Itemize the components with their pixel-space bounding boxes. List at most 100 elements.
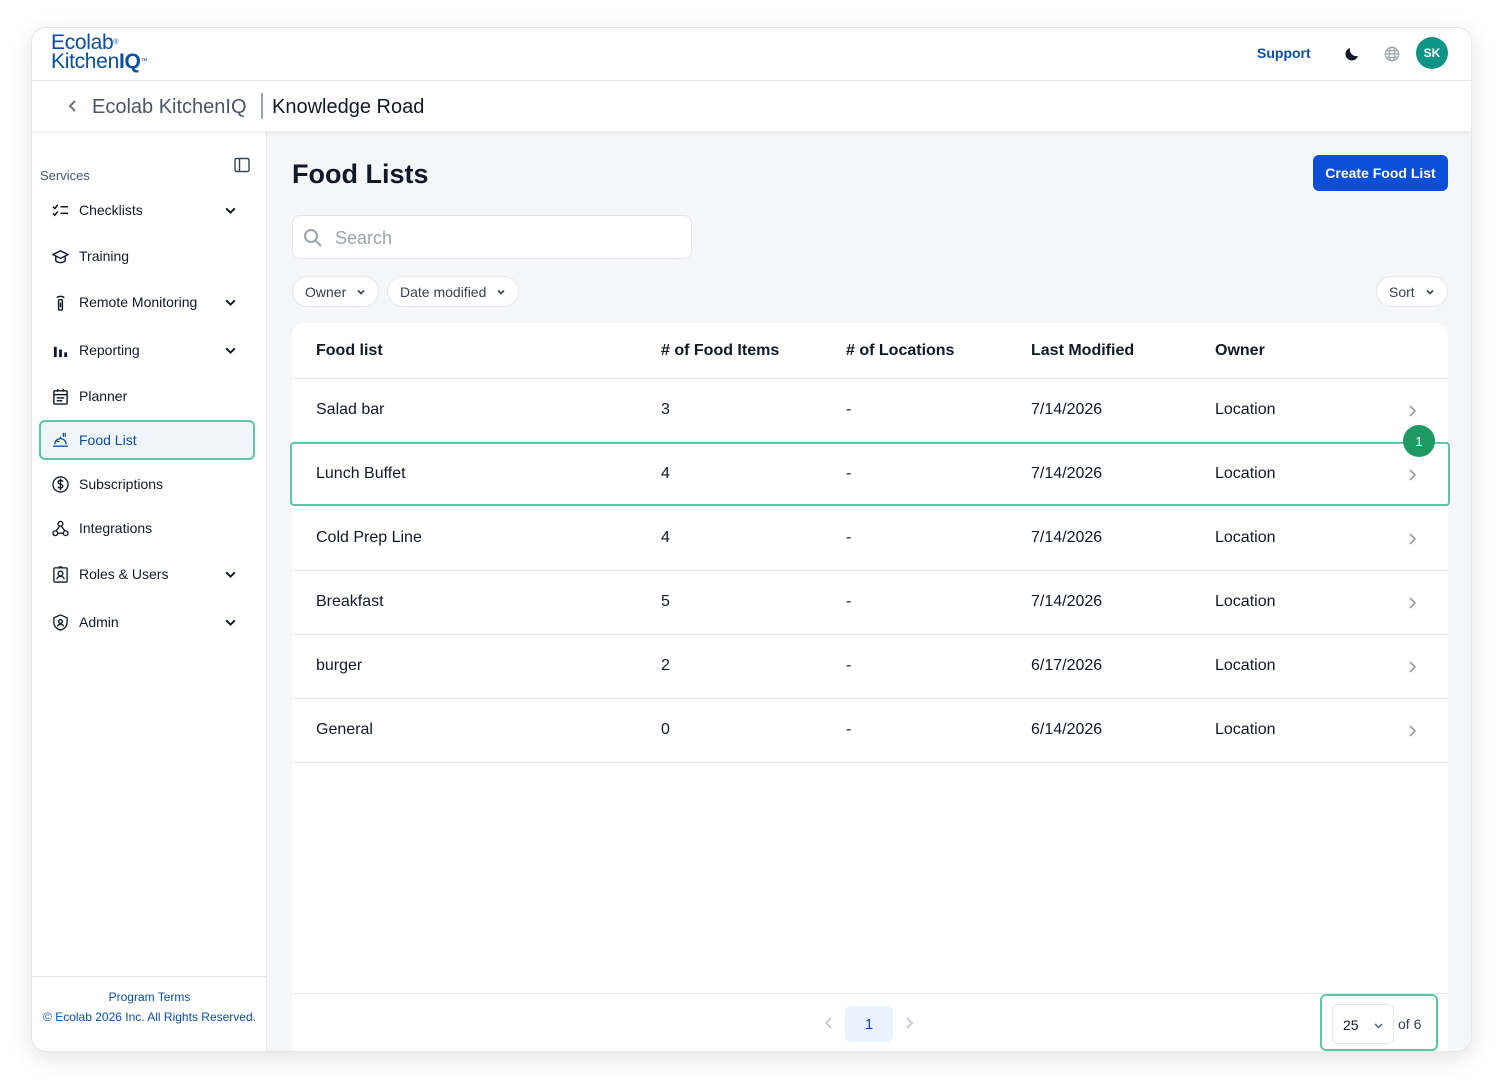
sidebar-item-label: Subscriptions: [79, 476, 164, 492]
sidebar-item-label: Planner: [79, 388, 128, 404]
sidebar-item-planner[interactable]: Planner: [39, 376, 255, 416]
shield-icon: [53, 614, 68, 631]
cell-owner: Location: [1215, 593, 1276, 610]
date-modified-filter[interactable]: Date modified: [387, 276, 520, 307]
chevron-right-icon[interactable]: [1405, 660, 1419, 674]
food-tray-icon: [52, 432, 69, 447]
cell-owner: Location: [1215, 529, 1276, 546]
chevron-down-icon: [1426, 289, 1434, 295]
table-row[interactable]: General 0 - 6/14/2026 Location: [292, 699, 1448, 763]
site-name: Knowledge Road: [272, 96, 425, 118]
chevron-right-icon[interactable]: [1405, 468, 1419, 482]
column-header-owner[interactable]: Owner: [1215, 342, 1265, 360]
sidebar-item-food-list[interactable]: Food List: [39, 420, 255, 460]
cell-name: Salad bar: [316, 401, 385, 418]
food-lists-table: Food list # of Food Items # of Locations…: [290, 323, 1450, 1051]
sidebar-item-remote-monitoring[interactable]: Remote Monitoring: [39, 282, 255, 322]
owner-filter[interactable]: Owner: [292, 276, 380, 307]
sidebar-item-label: Integrations: [79, 520, 153, 536]
chevron-right-icon[interactable]: [1405, 724, 1419, 738]
org-name[interactable]: Ecolab KitchenIQ: [92, 96, 247, 119]
search-icon: [304, 229, 322, 247]
cell-locations: -: [846, 465, 852, 482]
program-terms-link[interactable]: Program Terms: [32, 990, 267, 1004]
column-header-locations[interactable]: # of Locations: [846, 342, 954, 360]
breadcrumb-divider: [261, 93, 263, 119]
sidebar-item-roles-users[interactable]: Roles & Users: [39, 554, 255, 594]
table-row[interactable]: Breakfast 5 - 7/14/2026 Location: [292, 571, 1448, 635]
sidebar-item-label: Food List: [79, 432, 137, 448]
cell-locations: -: [846, 657, 852, 674]
cell-modified: 7/14/2026: [1031, 529, 1103, 546]
chevron-down-icon: [225, 207, 236, 215]
per-page-select[interactable]: 25: [1332, 1004, 1394, 1044]
moon-icon[interactable]: [1343, 45, 1361, 63]
chevron-down-icon: [225, 571, 236, 579]
create-food-list-button[interactable]: Create Food List: [1313, 155, 1448, 191]
cell-items: 3: [661, 401, 670, 418]
sidebar-item-checklists[interactable]: Checklists: [39, 190, 255, 230]
globe-icon[interactable]: [1383, 45, 1401, 63]
chevron-right-icon[interactable]: [1405, 404, 1419, 418]
avatar[interactable]: SK: [1416, 37, 1448, 69]
cell-modified: 7/14/2026: [1031, 593, 1103, 610]
checklist-icon: [52, 204, 69, 217]
sidebar-item-label: Training: [79, 248, 130, 264]
page-number-button[interactable]: 1: [845, 1006, 893, 1042]
cell-items: 0: [661, 721, 670, 738]
brand-logo[interactable]: Ecolab® KitchenIQ™: [51, 32, 148, 72]
sidebar-item-label: Checklists: [79, 202, 143, 218]
table-row[interactable]: Cold Prep Line 4 - 7/14/2026 Location: [292, 507, 1448, 571]
sidebar-item-reporting[interactable]: Reporting: [39, 330, 255, 370]
cell-modified: 7/14/2026: [1031, 465, 1103, 482]
sidebar: Services Checklists Training Remote Moni…: [32, 131, 267, 1051]
column-header-last-modified[interactable]: Last Modified: [1031, 342, 1134, 360]
dollar-circle-icon: [52, 476, 69, 493]
cell-locations: -: [846, 593, 852, 610]
page-title: Food Lists: [292, 159, 429, 189]
chevron-down-icon: [357, 289, 365, 295]
cell-items: 2: [661, 657, 670, 674]
sidebar-item-subscriptions[interactable]: Subscriptions: [39, 464, 255, 504]
chevron-left-icon[interactable]: [66, 98, 80, 114]
table-row[interactable]: burger 2 - 6/17/2026 Location: [292, 635, 1448, 699]
chevron-down-icon: [1374, 1023, 1383, 1029]
cell-locations: -: [846, 721, 852, 738]
column-header-food-items[interactable]: # of Food Items: [661, 342, 779, 360]
sidebar-footer: Program Terms © Ecolab 2026 Inc. All Rig…: [32, 976, 267, 1051]
chevron-right-icon[interactable]: [1405, 532, 1419, 546]
step-badge: 1: [1403, 425, 1435, 457]
chevron-down-icon: [497, 289, 505, 295]
sidebar-item-admin[interactable]: Admin: [39, 602, 255, 642]
column-header-food-list[interactable]: Food list: [316, 342, 383, 360]
sidebar-item-label: Roles & Users: [79, 566, 169, 582]
cell-owner: Location: [1215, 401, 1276, 418]
integrations-icon: [52, 520, 69, 537]
support-link[interactable]: Support: [1257, 45, 1311, 61]
cell-name: Lunch Buffet: [316, 465, 406, 482]
cell-name: Breakfast: [316, 593, 384, 610]
sidebar-item-integrations[interactable]: Integrations: [39, 508, 255, 548]
chevron-down-icon: [225, 347, 236, 355]
table-header: Food list # of Food Items # of Locations…: [292, 323, 1448, 379]
cell-name: Cold Prep Line: [316, 529, 422, 546]
chevron-right-icon[interactable]: [903, 1016, 915, 1030]
sidebar-collapse-icon[interactable]: [234, 157, 250, 173]
search-input[interactable]: [335, 226, 675, 250]
calendar-icon: [53, 388, 68, 405]
cell-items: 4: [661, 529, 670, 546]
sidebar-item-label: Reporting: [79, 342, 140, 358]
chevron-right-icon[interactable]: [1405, 596, 1419, 610]
table-row[interactable]: Lunch Buffet 4 - 7/14/2026 Location: [290, 442, 1450, 506]
sidebar-item-training[interactable]: Training: [39, 236, 255, 276]
table-row[interactable]: Salad bar 3 - 7/14/2026 Location: [292, 379, 1448, 443]
sort-dropdown[interactable]: Sort: [1376, 276, 1448, 307]
sidebar-item-label: Admin: [79, 614, 119, 630]
services-label: Services: [40, 168, 90, 183]
cell-owner: Location: [1215, 657, 1276, 674]
per-page-control: 25 of 6: [1320, 994, 1438, 1051]
cell-locations: -: [846, 529, 852, 546]
cell-modified: 7/14/2026: [1031, 401, 1103, 418]
chevron-left-icon[interactable]: [823, 1016, 835, 1030]
cell-items: 5: [661, 593, 670, 610]
